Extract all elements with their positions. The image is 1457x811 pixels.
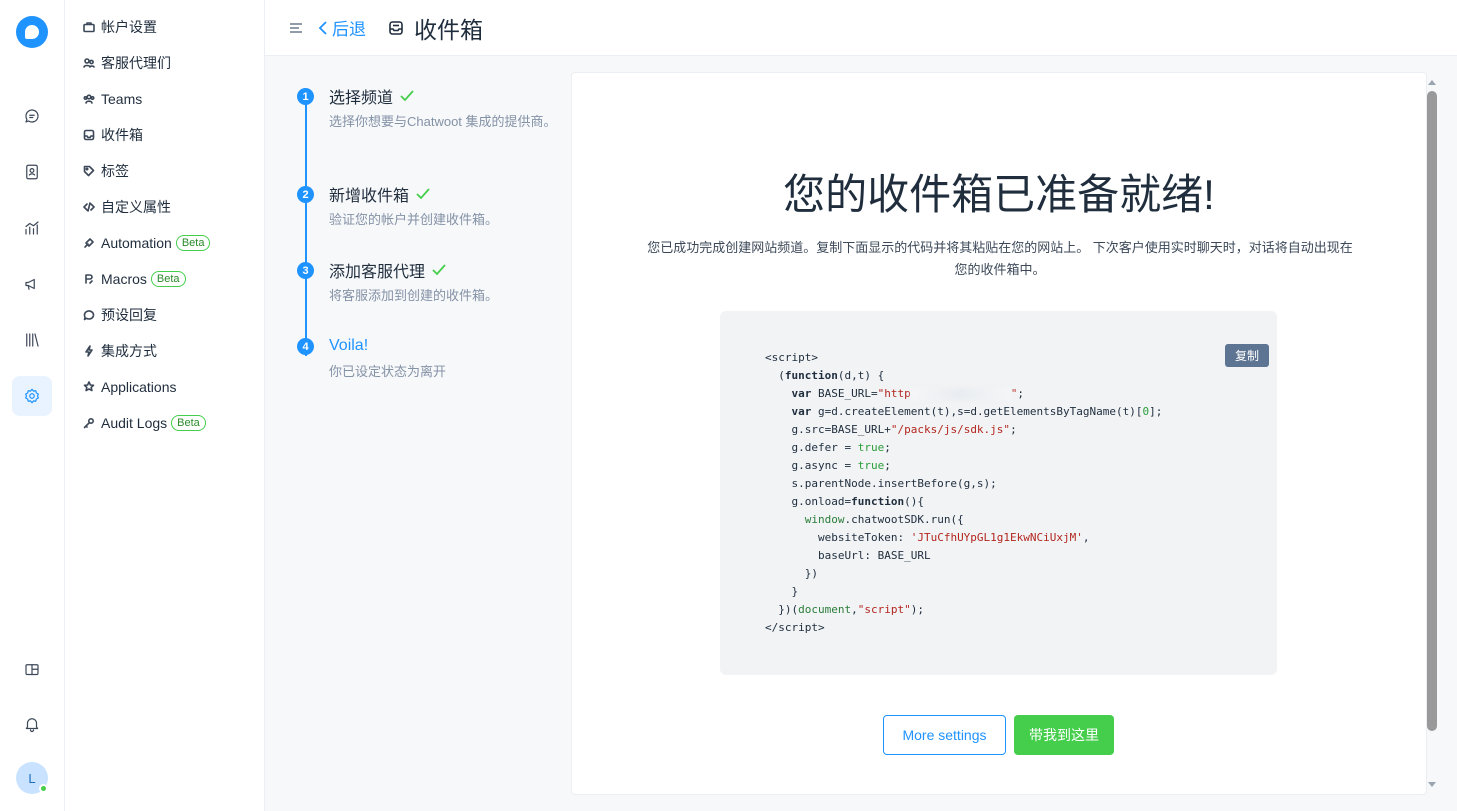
- sidebar-item-custom-attributes[interactable]: 自定义属性: [65, 189, 264, 225]
- sidebar-item-label: 预设回复: [101, 307, 157, 323]
- check-icon: [400, 90, 414, 102]
- beta-badge: Beta: [175, 235, 211, 251]
- wizard-step-3: 3 添加客服代理 将客服添加到创建的收件箱。: [295, 258, 555, 334]
- library-icon[interactable]: [12, 320, 52, 360]
- step-number: 1: [297, 88, 314, 105]
- chatwoot-logo-icon[interactable]: [16, 16, 48, 48]
- scroll-down-arrow-icon[interactable]: [1428, 782, 1436, 787]
- sidebar-item-teams[interactable]: Teams: [65, 81, 264, 117]
- page-header: 后退 收件箱: [265, 0, 1457, 56]
- wizard-steps: 1 选择频道 选择你想要与Chatwoot 集成的提供商。 2 新增收件箱 验证…: [295, 84, 557, 394]
- back-button[interactable]: 后退: [317, 15, 366, 40]
- sidebar-item-automation[interactable]: Automation Beta: [65, 225, 264, 261]
- dashboard-apps-icon[interactable]: [12, 650, 52, 690]
- step-title-text: 新增收件箱: [329, 188, 410, 205]
- chat-icon: [83, 310, 95, 321]
- star-icon: [83, 381, 95, 392]
- step-title: 添加客服代理: [329, 258, 555, 282]
- wizard-step-1: 1 选择频道 选择你想要与Chatwoot 集成的提供商。: [295, 84, 557, 182]
- scroll-up-arrow-icon[interactable]: [1428, 80, 1436, 85]
- people-icon: [83, 58, 95, 68]
- inbox-ready-panel: 您的收件箱已准备就绪! 您已成功完成创建网站频道。复制下面显示的代码并将其粘贴在…: [571, 72, 1427, 795]
- sidebar-item-label: Audit Logs: [101, 415, 168, 431]
- take-me-there-button[interactable]: 带我到这里: [1014, 715, 1114, 755]
- primary-nav-rail: L: [0, 0, 65, 811]
- step-description: 你已设定状态为离开: [329, 364, 447, 379]
- step-description: 选择你想要与Chatwoot 集成的提供商。: [329, 114, 557, 129]
- sidebar-item-label: Applications: [101, 379, 177, 395]
- campaigns-icon[interactable]: [12, 264, 52, 304]
- sidebar-item-agents[interactable]: 客服代理们: [65, 45, 264, 81]
- embed-code-snippet[interactable]: <script> (function(d,t) { var BASE_URL="…: [765, 349, 1162, 637]
- sidebar-item-canned-responses[interactable]: 预设回复: [65, 297, 264, 333]
- more-settings-button[interactable]: More settings: [883, 715, 1006, 755]
- online-status-dot: [39, 784, 48, 793]
- wizard-step-4: 4 Voila! 你已设定状态为离开: [295, 334, 555, 394]
- vertical-scrollbar[interactable]: [1427, 76, 1437, 791]
- tag-icon: [83, 165, 95, 177]
- sidebar-item-applications[interactable]: Applications: [65, 369, 264, 405]
- sidebar-item-label: 标签: [101, 163, 129, 179]
- team-icon: [83, 94, 95, 104]
- sidebar-item-label: 收件箱: [101, 127, 143, 143]
- code-icon: [83, 202, 95, 212]
- key-icon: [83, 417, 95, 429]
- embed-code-box[interactable]: 复制 <script> (function(d,t) { var BASE_UR…: [720, 311, 1277, 675]
- automation-icon: [84, 238, 94, 248]
- briefcase-icon: [83, 22, 95, 33]
- copy-button[interactable]: 复制: [1224, 344, 1269, 367]
- step-number: 4: [297, 338, 314, 355]
- conversations-icon[interactable]: [12, 96, 52, 136]
- settings-sidebar: 帐户设置 客服代理们 Teams 收件箱 标签 自定义属性 Automation…: [65, 0, 265, 811]
- step-description: 验证您的帐户并创建收件箱。: [329, 212, 499, 227]
- check-icon: [432, 264, 446, 276]
- sidebar-item-label: 自定义属性: [101, 199, 171, 215]
- main-content: 1 选择频道 选择你想要与Chatwoot 集成的提供商。 2 新增收件箱 验证…: [265, 56, 1457, 811]
- website-token: JTuCfhUYpGL1g1EkwNCiUxjM: [917, 531, 1077, 544]
- scrollbar-thumb[interactable]: [1427, 91, 1437, 731]
- step-title-text: 选择频道: [329, 90, 394, 107]
- macro-icon: [85, 274, 93, 284]
- sidebar-item-audit-logs[interactable]: Audit Logs Beta: [65, 405, 264, 441]
- back-label: 后退: [332, 20, 366, 39]
- menu-toggle-icon[interactable]: [289, 21, 303, 35]
- avatar-initial: L: [28, 770, 36, 786]
- sidebar-item-account-settings[interactable]: 帐户设置: [65, 9, 264, 45]
- wizard-step-2: 2 新增收件箱 验证您的帐户并创建收件箱。: [295, 182, 555, 258]
- settings-icon[interactable]: [12, 376, 52, 416]
- flash-icon: [85, 345, 93, 357]
- sidebar-item-inboxes[interactable]: 收件箱: [65, 117, 264, 153]
- step-number: 3: [297, 262, 314, 279]
- check-icon: [416, 188, 430, 200]
- step-description: 将客服添加到创建的收件箱。: [329, 288, 499, 303]
- beta-badge: Beta: [171, 415, 206, 431]
- sidebar-item-label: 客服代理们: [101, 55, 171, 71]
- page-title: 收件箱: [414, 16, 483, 43]
- chevron-left-icon: [318, 20, 327, 35]
- sidebar-item-macros[interactable]: Macros Beta: [65, 261, 264, 297]
- sidebar-item-label: 帐户设置: [101, 19, 157, 35]
- success-description: 您已成功完成创建网站频道。复制下面显示的代码并将其粘贴在您的网站上。 下次客户使…: [647, 240, 1353, 277]
- sidebar-item-label: 集成方式: [101, 343, 157, 359]
- notifications-icon[interactable]: [12, 704, 52, 744]
- inbox-icon: [83, 129, 95, 141]
- sidebar-item-integrations[interactable]: 集成方式: [65, 333, 264, 369]
- sidebar-item-label: Teams: [101, 91, 143, 107]
- reports-icon[interactable]: [12, 208, 52, 248]
- step-title: Voila!: [329, 334, 555, 358]
- success-title: 您的收件箱已准备就绪!: [783, 171, 1215, 218]
- redacted-url: [910, 388, 1011, 400]
- sidebar-item-label: Macros: [101, 271, 147, 287]
- sidebar-item-labels[interactable]: 标签: [65, 153, 264, 189]
- avatar[interactable]: L: [16, 762, 48, 794]
- step-title-text: 添加客服代理: [329, 264, 426, 281]
- contacts-icon[interactable]: [12, 152, 52, 192]
- sidebar-item-label: Automation: [101, 235, 172, 251]
- step-number: 2: [297, 186, 314, 203]
- step-title: 选择频道: [329, 84, 555, 108]
- inbox-icon: [388, 20, 404, 36]
- step-title: 新增收件箱: [329, 182, 555, 206]
- step-title-text: Voila!: [329, 337, 369, 354]
- beta-badge: Beta: [150, 271, 186, 287]
